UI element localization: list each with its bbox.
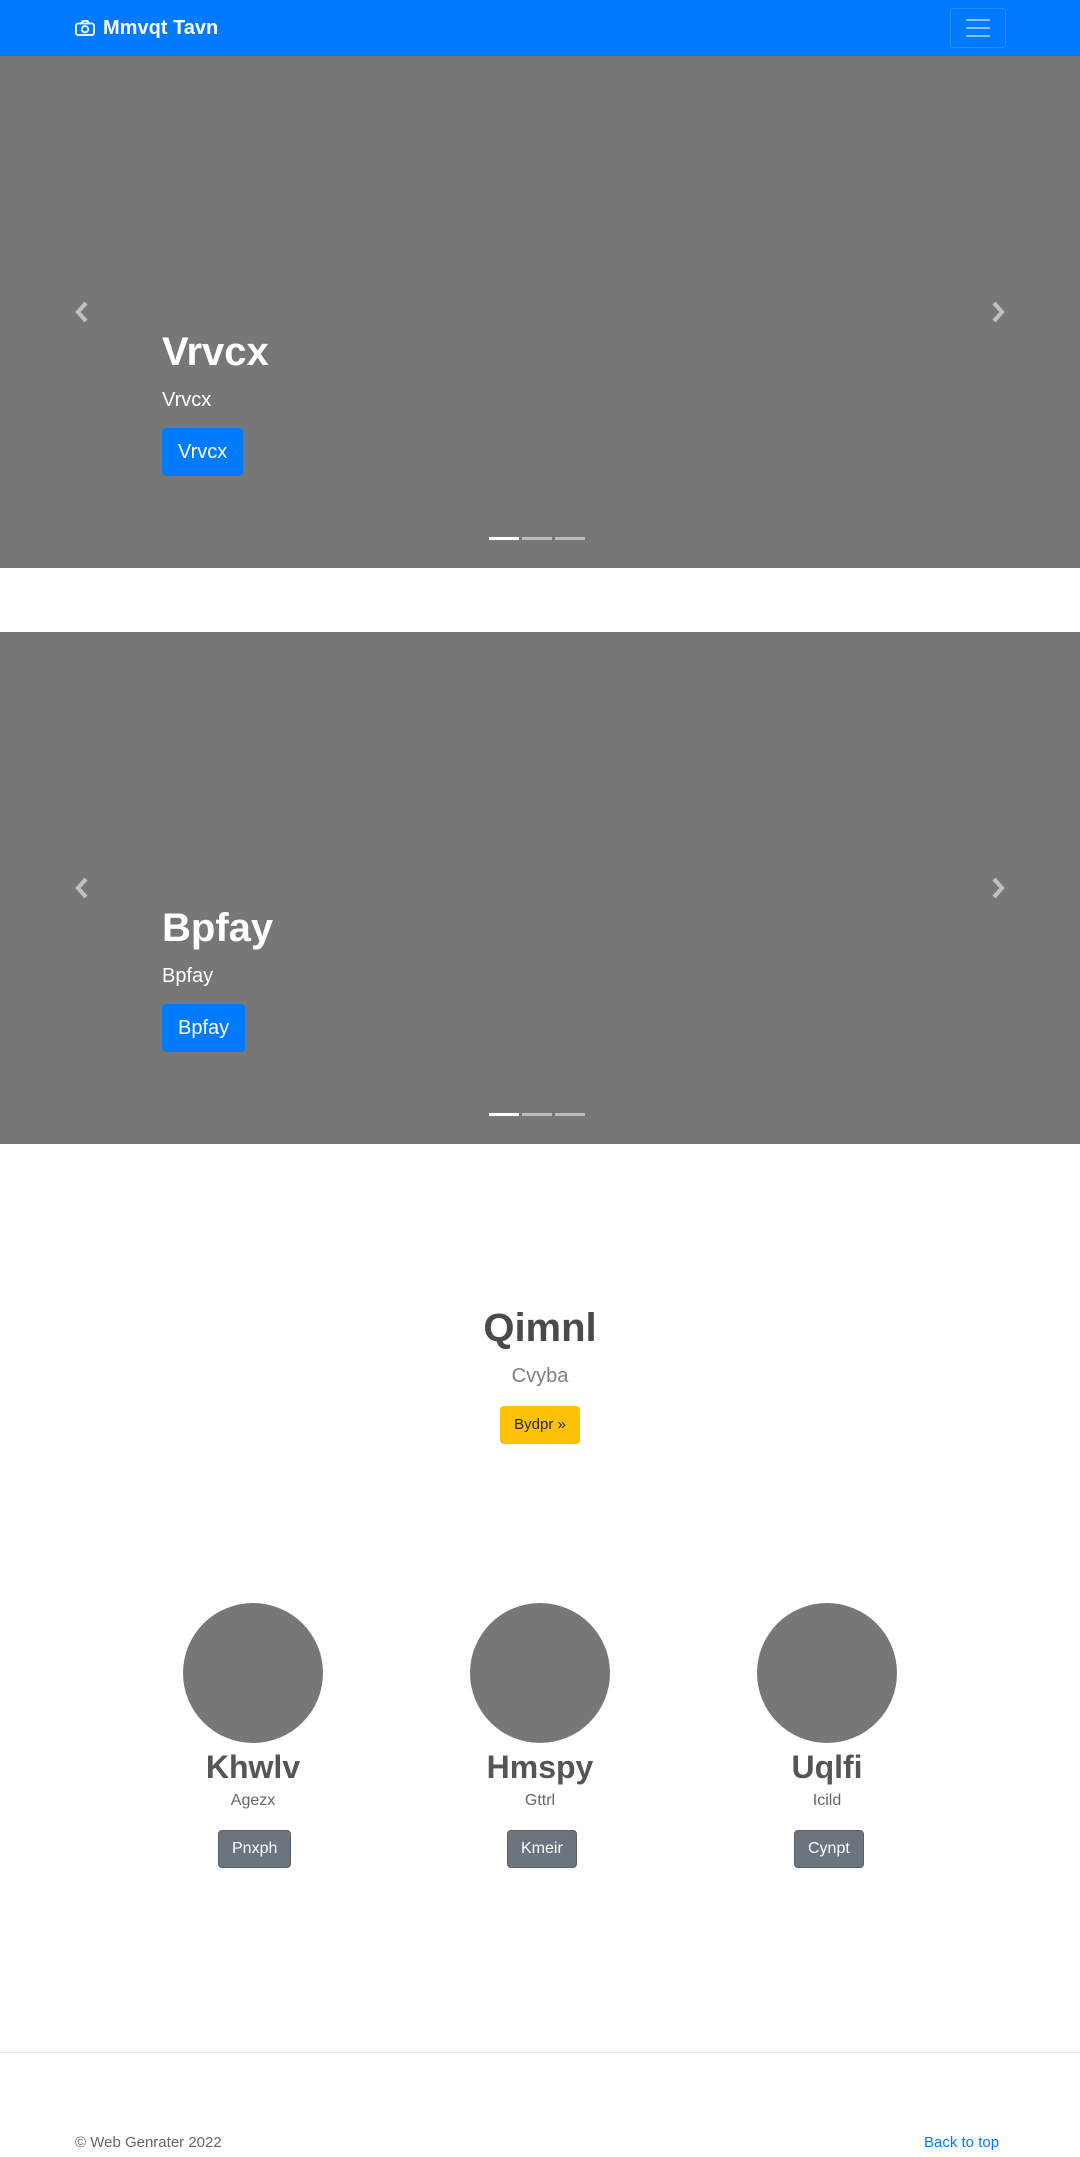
hamburger-menu-icon bbox=[966, 19, 990, 21]
carousel-text: Bpfay bbox=[162, 965, 214, 987]
chevron-left-icon bbox=[75, 301, 88, 323]
navbar-brand[interactable]: Mmvqt Tavn bbox=[75, 14, 218, 42]
carousel-cta-button[interactable]: Vrvcx bbox=[162, 428, 244, 476]
column-text: Gttrl bbox=[524, 1792, 556, 1809]
jumbotron-title: Qimnl bbox=[483, 1306, 597, 1350]
column-avatar bbox=[470, 1603, 610, 1743]
carousel-prev-button[interactable] bbox=[62, 292, 102, 332]
carousel-indicator-3[interactable] bbox=[555, 1113, 585, 1116]
jumbotron-lead: Cvyba bbox=[511, 1365, 569, 1387]
carousel-title: Vrvcx bbox=[162, 330, 269, 374]
back-to-top-link[interactable]: Back to top bbox=[924, 2133, 999, 2153]
carousel-indicators bbox=[489, 1113, 585, 1116]
carousel-indicator-2[interactable] bbox=[522, 1113, 552, 1116]
column-avatar bbox=[757, 1603, 897, 1743]
footer-divider bbox=[0, 2052, 1080, 2053]
carousel-indicator-1[interactable] bbox=[489, 537, 519, 540]
carousel-indicator-1[interactable] bbox=[489, 1113, 519, 1116]
chevron-left-icon bbox=[75, 877, 88, 899]
carousel-indicator-2[interactable] bbox=[522, 537, 552, 540]
column-button[interactable]: Kmeir bbox=[507, 1830, 577, 1868]
column-heading: Uqlfi bbox=[791, 1749, 863, 1785]
chevron-right-icon bbox=[992, 877, 1005, 899]
carousel-text: Vrvcx bbox=[162, 389, 212, 411]
hero-carousel-2: Bpfay Bpfay Bpfay bbox=[0, 632, 1080, 1144]
jumbotron-button[interactable]: Bydpr » bbox=[500, 1406, 580, 1444]
column-text: Agezx bbox=[230, 1792, 276, 1809]
carousel-title: Bpfay bbox=[162, 906, 274, 950]
carousel-prev-button[interactable] bbox=[62, 868, 102, 908]
carousel-indicators bbox=[489, 537, 585, 540]
column-avatar bbox=[183, 1603, 323, 1743]
carousel-next-button[interactable] bbox=[978, 868, 1018, 908]
camera-icon bbox=[75, 20, 95, 36]
column-button[interactable]: Pnxph bbox=[218, 1830, 292, 1868]
brand-label: Mmvqt Tavn bbox=[103, 16, 219, 39]
column-heading: Hmspy bbox=[486, 1749, 594, 1785]
hamburger-bar bbox=[966, 35, 990, 37]
carousel-next-button[interactable] bbox=[978, 292, 1018, 332]
column-text: Icild bbox=[812, 1792, 842, 1809]
navbar-toggler-button[interactable] bbox=[950, 8, 1006, 48]
column-button[interactable]: Cynpt bbox=[794, 1830, 864, 1868]
chevron-right-icon bbox=[992, 301, 1005, 323]
column-heading: Khwlv bbox=[205, 1749, 301, 1785]
carousel-indicator-3[interactable] bbox=[555, 537, 585, 540]
navbar: Mmvqt Tavn bbox=[0, 0, 1080, 56]
hamburger-bar bbox=[966, 27, 990, 29]
footer-copyright: © Web Genrater 2022 bbox=[75, 2134, 222, 2151]
carousel-cta-button[interactable]: Bpfay bbox=[162, 1004, 246, 1052]
hero-carousel-1: Vrvcx Vrvcx Vrvcx bbox=[0, 56, 1080, 568]
